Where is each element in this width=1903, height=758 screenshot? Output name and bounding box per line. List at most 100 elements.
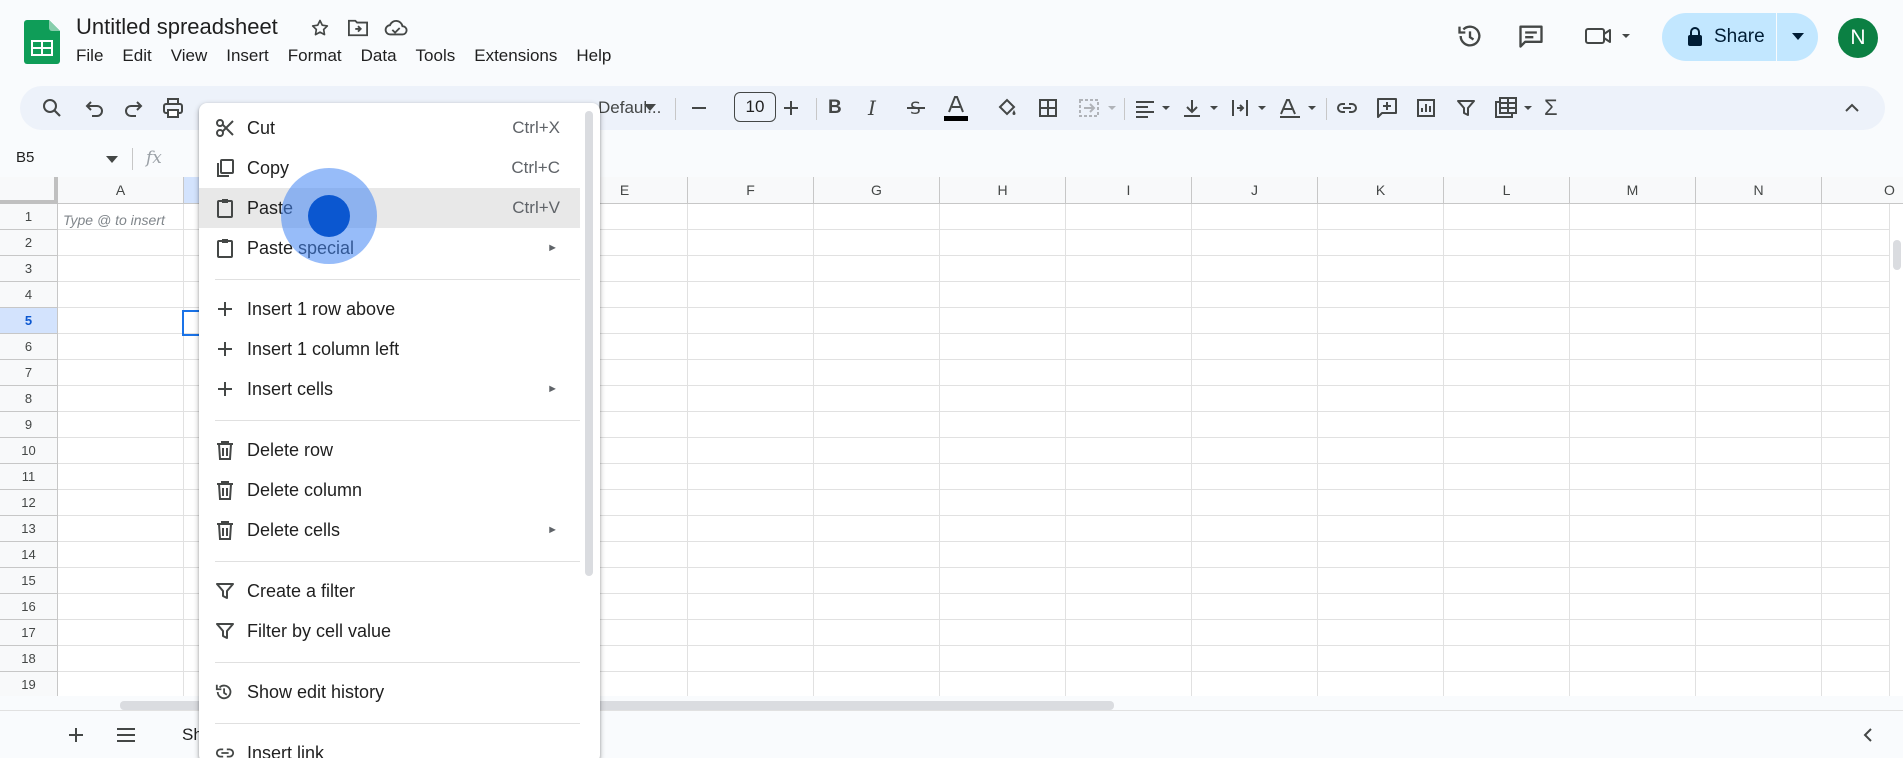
- undo-icon[interactable]: [84, 96, 104, 120]
- all-sheets-icon[interactable]: [114, 723, 138, 747]
- context-item-cut[interactable]: Cut Ctrl+X: [199, 108, 580, 148]
- vertical-scrollbar[interactable]: [1889, 204, 1903, 696]
- column-header-g[interactable]: G: [814, 177, 940, 204]
- strikethrough-icon[interactable]: S: [906, 96, 926, 120]
- row-header-13[interactable]: 13: [0, 516, 58, 542]
- account-avatar[interactable]: N: [1838, 18, 1878, 58]
- column-header-f[interactable]: F: [688, 177, 814, 204]
- font-caret-icon[interactable]: [644, 96, 656, 120]
- row-header-18[interactable]: 18: [0, 646, 58, 672]
- row-header-8[interactable]: 8: [0, 386, 58, 412]
- context-item-insert-column-left[interactable]: Insert 1 column left: [199, 329, 580, 369]
- insert-link-icon[interactable]: [1336, 96, 1358, 120]
- column-header-o[interactable]: O: [1822, 177, 1903, 204]
- search-menus-icon[interactable]: [42, 96, 62, 120]
- menu-tools[interactable]: Tools: [416, 46, 466, 66]
- column-header-m[interactable]: M: [1570, 177, 1696, 204]
- column-header-k[interactable]: K: [1318, 177, 1444, 204]
- cloud-saved-icon[interactable]: [384, 16, 408, 40]
- vertical-scroll-thumb[interactable]: [1893, 240, 1901, 270]
- context-item-filter-by-value[interactable]: Filter by cell value: [199, 611, 580, 651]
- horizontal-align-icon[interactable]: [1134, 96, 1176, 120]
- italic-icon[interactable]: I: [868, 96, 876, 120]
- increase-font-size-icon[interactable]: [782, 96, 800, 120]
- print-icon[interactable]: [162, 96, 184, 120]
- sheets-logo-icon[interactable]: [24, 20, 60, 64]
- menu-format[interactable]: Format: [288, 46, 352, 66]
- row-header-11[interactable]: 11: [0, 464, 58, 490]
- share-dropdown-button[interactable]: [1777, 33, 1818, 41]
- row-header-6[interactable]: 6: [0, 334, 58, 360]
- menu-view[interactable]: View: [171, 46, 218, 66]
- add-sheet-icon[interactable]: [64, 723, 88, 747]
- text-rotation-icon[interactable]: [1278, 96, 1322, 120]
- column-header-h[interactable]: H: [940, 177, 1066, 204]
- row-header-3[interactable]: 3: [0, 256, 58, 282]
- context-item-edit-history[interactable]: Show edit history: [199, 672, 580, 712]
- context-item-copy[interactable]: Copy Ctrl+C: [199, 148, 580, 188]
- collapse-side-panel-icon[interactable]: [1856, 723, 1880, 747]
- document-title[interactable]: Untitled spreadsheet: [76, 14, 278, 40]
- insert-chart-icon[interactable]: [1416, 96, 1436, 120]
- menu-data[interactable]: Data: [361, 46, 407, 66]
- context-item-label: Cut: [247, 117, 276, 138]
- row-header-17[interactable]: 17: [0, 620, 58, 646]
- comments-icon[interactable]: [1515, 22, 1547, 50]
- text-wrapping-icon[interactable]: [1230, 96, 1272, 120]
- bold-icon[interactable]: B: [828, 96, 842, 120]
- column-header-a[interactable]: A: [58, 177, 184, 204]
- move-folder-icon[interactable]: [346, 16, 370, 40]
- context-item-create-filter[interactable]: Create a filter: [199, 571, 580, 611]
- vertical-align-icon[interactable]: [1182, 96, 1224, 120]
- share-button[interactable]: Share: [1662, 13, 1776, 61]
- decrease-font-size-icon[interactable]: [690, 96, 708, 120]
- version-history-icon[interactable]: [1454, 22, 1486, 50]
- menu-insert[interactable]: Insert: [226, 46, 279, 66]
- menu-file[interactable]: File: [76, 46, 113, 66]
- star-icon[interactable]: [308, 16, 332, 40]
- row-header-5[interactable]: 5: [0, 308, 58, 334]
- context-item-delete-row[interactable]: Delete row: [199, 430, 580, 470]
- row-header-14[interactable]: 14: [0, 542, 58, 568]
- menu-help[interactable]: Help: [576, 46, 621, 66]
- row-header-2[interactable]: 2: [0, 230, 58, 256]
- column-header-l[interactable]: L: [1444, 177, 1570, 204]
- text-color-icon[interactable]: [944, 96, 968, 122]
- column-header-i[interactable]: I: [1066, 177, 1192, 204]
- column-header-j[interactable]: J: [1192, 177, 1318, 204]
- meet-call-icon[interactable]: [1584, 22, 1634, 50]
- context-menu-scrollbar[interactable]: [585, 111, 593, 576]
- font-size-input[interactable]: 10: [734, 92, 776, 122]
- row-header-15[interactable]: 15: [0, 568, 58, 594]
- borders-icon[interactable]: [1038, 96, 1058, 120]
- name-box-caret-icon[interactable]: [106, 156, 118, 164]
- fill-color-icon[interactable]: [996, 96, 1018, 120]
- menu-extensions[interactable]: Extensions: [474, 46, 567, 66]
- context-item-insert-link[interactable]: Insert link: [199, 733, 580, 758]
- insert-comment-icon[interactable]: [1376, 96, 1398, 120]
- context-item-paste-special[interactable]: Paste special ►: [199, 228, 580, 268]
- menu-edit[interactable]: Edit: [122, 46, 161, 66]
- column-header-n[interactable]: N: [1696, 177, 1822, 204]
- name-box[interactable]: B5: [16, 149, 34, 166]
- row-header-19[interactable]: 19: [0, 672, 58, 696]
- context-item-insert-row-above[interactable]: Insert 1 row above: [199, 289, 580, 329]
- row-header-1[interactable]: 1: [0, 204, 58, 230]
- context-item-insert-cells[interactable]: Insert cells ►: [199, 369, 580, 409]
- row-header-16[interactable]: 16: [0, 594, 58, 620]
- row-header-12[interactable]: 12: [0, 490, 58, 516]
- row-header-4[interactable]: 4: [0, 282, 58, 308]
- context-item-delete-column[interactable]: Delete column: [199, 470, 580, 510]
- functions-icon[interactable]: Σ: [1544, 95, 1558, 120]
- row-header-7[interactable]: 7: [0, 360, 58, 386]
- filter-views-icon[interactable]: [1494, 96, 1538, 120]
- context-item-delete-cells[interactable]: Delete cells ►: [199, 510, 580, 550]
- row-header-9[interactable]: 9: [0, 412, 58, 438]
- context-item-paste[interactable]: Paste Ctrl+V: [199, 188, 580, 228]
- collapse-toolbar-icon[interactable]: [1844, 96, 1860, 120]
- create-filter-icon[interactable]: [1456, 96, 1476, 120]
- select-all-corner[interactable]: [0, 177, 58, 204]
- row-header-10[interactable]: 10: [0, 438, 58, 464]
- redo-icon[interactable]: [124, 96, 144, 120]
- merge-cells-icon[interactable]: [1078, 96, 1122, 120]
